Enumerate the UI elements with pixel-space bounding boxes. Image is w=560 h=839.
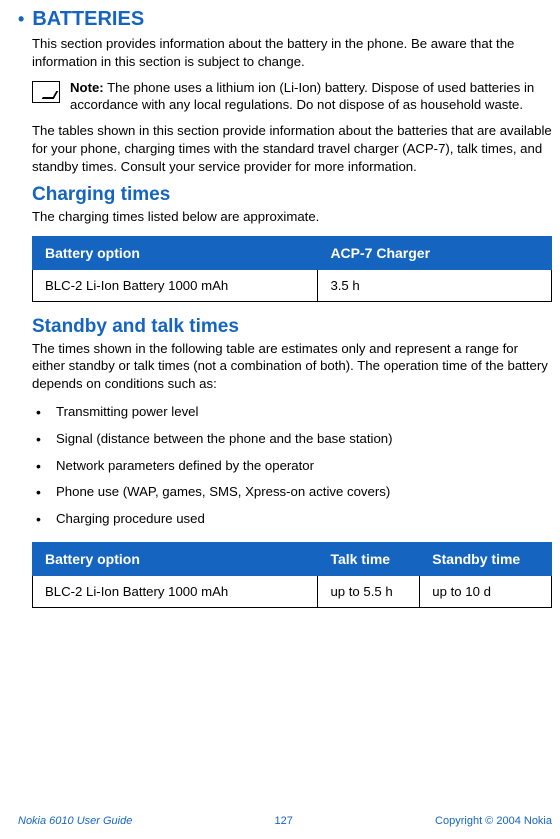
note-block: Note: The phone uses a lithium ion (Li-I… bbox=[32, 79, 552, 115]
standby-header-standby: Standby time bbox=[420, 543, 552, 576]
charging-cell-battery: BLC-2 Li-Ion Battery 1000 mAh bbox=[33, 269, 318, 301]
page-footer: Nokia 6010 User Guide 127 Copyright © 20… bbox=[18, 815, 552, 827]
list-item: Network parameters defined by the operat… bbox=[32, 457, 552, 475]
table-header-row: Battery option Talk time Standby time bbox=[33, 543, 552, 576]
heading-bullet: • bbox=[18, 8, 24, 30]
charging-header-charger: ACP-7 Charger bbox=[318, 236, 552, 269]
list-item: Phone use (WAP, games, SMS, Xpress-on ac… bbox=[32, 483, 552, 501]
standby-sub: The times shown in the following table a… bbox=[32, 340, 552, 393]
intro-paragraph: This section provides information about … bbox=[32, 35, 552, 71]
standby-cell-battery: BLC-2 Li-Ion Battery 1000 mAh bbox=[33, 576, 318, 608]
charging-header-battery: Battery option bbox=[33, 236, 318, 269]
standby-table: Battery option Talk time Standby time BL… bbox=[32, 542, 552, 608]
charging-table: Battery option ACP-7 Charger BLC-2 Li-Io… bbox=[32, 236, 552, 302]
footer-page-number: 127 bbox=[275, 815, 293, 827]
table-row: BLC-2 Li-Ion Battery 1000 mAh up to 5.5 … bbox=[33, 576, 552, 608]
footer-guide-name: Nokia 6010 User Guide bbox=[18, 815, 132, 827]
note-text: Note: The phone uses a lithium ion (Li-I… bbox=[70, 79, 552, 115]
standby-cell-talk: up to 5.5 h bbox=[318, 576, 420, 608]
note-label: Note: bbox=[70, 80, 104, 95]
table-row: BLC-2 Li-Ion Battery 1000 mAh 3.5 h bbox=[33, 269, 552, 301]
tables-intro: The tables shown in this section provide… bbox=[32, 122, 552, 175]
note-body: The phone uses a lithium ion (Li-Ion) ba… bbox=[70, 80, 534, 113]
section-heading-row: • BATTERIES bbox=[18, 8, 552, 31]
charging-heading: Charging times bbox=[32, 184, 552, 206]
conditions-list: Transmitting power level Signal (distanc… bbox=[32, 403, 552, 528]
charging-cell-time: 3.5 h bbox=[318, 269, 552, 301]
page-content: • BATTERIES This section provides inform… bbox=[18, 8, 552, 608]
standby-header-battery: Battery option bbox=[33, 543, 318, 576]
footer-copyright: Copyright © 2004 Nokia bbox=[435, 815, 552, 827]
list-item: Transmitting power level bbox=[32, 403, 552, 421]
note-icon bbox=[32, 81, 60, 103]
standby-header-talk: Talk time bbox=[318, 543, 420, 576]
standby-heading: Standby and talk times bbox=[32, 316, 552, 338]
list-item: Signal (distance between the phone and t… bbox=[32, 430, 552, 448]
charging-sub: The charging times listed below are appr… bbox=[32, 208, 552, 226]
section-title: BATTERIES bbox=[32, 8, 144, 31]
list-item: Charging procedure used bbox=[32, 510, 552, 528]
standby-cell-standby: up to 10 d bbox=[420, 576, 552, 608]
table-header-row: Battery option ACP-7 Charger bbox=[33, 236, 552, 269]
